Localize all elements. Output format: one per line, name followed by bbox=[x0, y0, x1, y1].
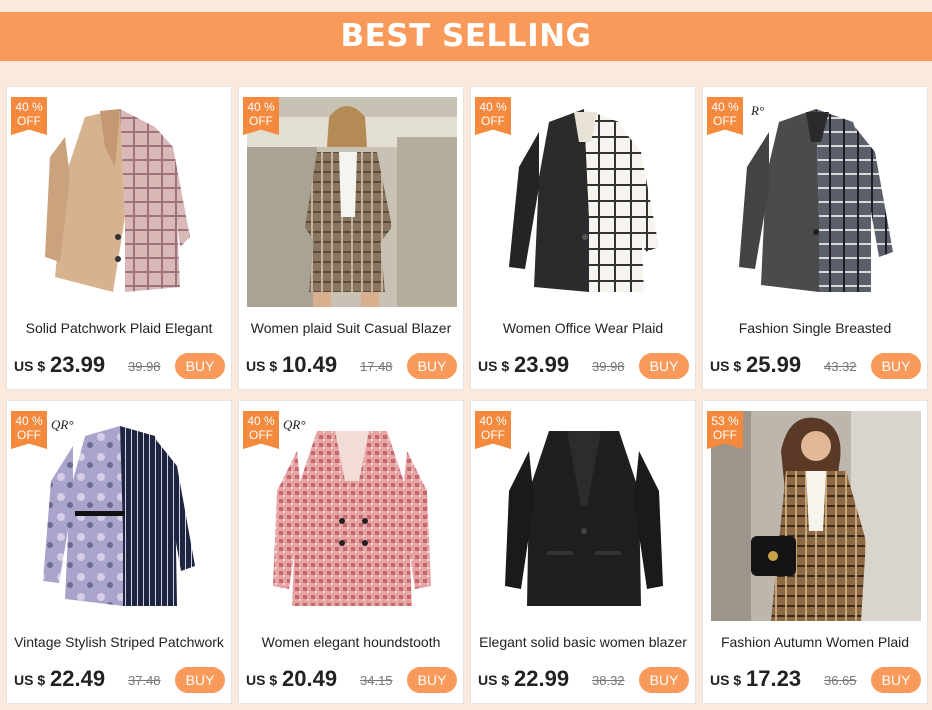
product-card[interactable]: 40 % OFF Solid Patchwork Plaid Elegant U… bbox=[6, 86, 232, 390]
discount-badge: 53 % OFF bbox=[707, 411, 743, 449]
product-title[interactable]: Fashion Autumn Women Plaid bbox=[707, 633, 923, 651]
buy-button[interactable]: BUY bbox=[407, 667, 457, 693]
product-card[interactable]: QR° 40 % OFF Women elegant houndstooth U… bbox=[238, 400, 464, 704]
product-card[interactable]: QR° 40 % OFF Vintage Stylish Striped Pat… bbox=[6, 400, 232, 704]
price-row: US $ 22.99 38.32 BUY bbox=[478, 665, 689, 695]
discount-badge: 40 % OFF bbox=[243, 97, 279, 135]
sale-price: 25.99 bbox=[746, 352, 802, 377]
brand-logo: R° bbox=[751, 103, 765, 118]
discount-badge: 40 % OFF bbox=[243, 411, 279, 449]
product-title[interactable]: Women elegant houndstooth bbox=[243, 633, 459, 651]
price-row: US $ 20.49 34.15 BUY bbox=[246, 665, 457, 695]
best-selling-banner: BEST SELLING bbox=[0, 12, 932, 61]
original-price: 39.98 bbox=[592, 359, 625, 374]
currency-label: US $ bbox=[246, 672, 278, 688]
discount-badge: 40 % OFF bbox=[11, 411, 47, 449]
product-card[interactable]: R° 40 % OFF Fashion Single Breasted US $… bbox=[702, 86, 928, 390]
buy-button[interactable]: BUY bbox=[175, 353, 225, 379]
product-title[interactable]: Elegant solid basic women blazer bbox=[475, 633, 691, 651]
sale-price: 20.49 bbox=[282, 666, 338, 691]
product-title[interactable]: Fashion Single Breasted bbox=[707, 319, 923, 337]
sale-price: 23.99 bbox=[50, 352, 106, 377]
buy-button[interactable]: BUY bbox=[175, 667, 225, 693]
original-price: 39.98 bbox=[128, 359, 161, 374]
price-row: US $ 17.23 36.65 BUY bbox=[710, 665, 921, 695]
currency-label: US $ bbox=[478, 358, 510, 374]
product-card[interactable]: 40 % OFF Women Office Wear Plaid US $ 23… bbox=[470, 86, 696, 390]
currency-label: US $ bbox=[710, 672, 742, 688]
currency-label: US $ bbox=[710, 358, 742, 374]
original-price: 37.48 bbox=[128, 673, 161, 688]
sale-price: 10.49 bbox=[282, 352, 338, 377]
discount-badge: 40 % OFF bbox=[475, 97, 511, 135]
product-grid: 40 % OFF Solid Patchwork Plaid Elegant U… bbox=[6, 86, 928, 706]
sale-price: 17.23 bbox=[746, 666, 802, 691]
product-card[interactable]: 40 % OFF Elegant solid basic women blaze… bbox=[470, 400, 696, 704]
product-title[interactable]: Vintage Stylish Striped Patchwork bbox=[11, 633, 227, 651]
price-row: US $ 10.49 17.48 BUY bbox=[246, 351, 457, 381]
price-row: US $ 22.49 37.48 BUY bbox=[14, 665, 225, 695]
original-price: 34.15 bbox=[360, 673, 393, 688]
original-price: 38.32 bbox=[592, 673, 625, 688]
buy-button[interactable]: BUY bbox=[871, 667, 921, 693]
currency-label: US $ bbox=[478, 672, 510, 688]
buy-button[interactable]: BUY bbox=[871, 353, 921, 379]
original-price: 17.48 bbox=[360, 359, 393, 374]
currency-label: US $ bbox=[246, 358, 278, 374]
product-title[interactable]: Women Office Wear Plaid bbox=[475, 319, 691, 337]
product-title[interactable]: Solid Patchwork Plaid Elegant bbox=[11, 319, 227, 337]
product-card[interactable]: 53 % OFF Fashion Autumn Women Plaid US $… bbox=[702, 400, 928, 704]
product-title[interactable]: Women plaid Suit Casual Blazer bbox=[243, 319, 459, 337]
brand-logo: QR° bbox=[51, 417, 74, 432]
sale-price: 22.99 bbox=[514, 666, 570, 691]
buy-button[interactable]: BUY bbox=[639, 353, 689, 379]
sale-price: 23.99 bbox=[514, 352, 570, 377]
currency-label: US $ bbox=[14, 672, 46, 688]
buy-button[interactable]: BUY bbox=[407, 353, 457, 379]
brand-logo: QR° bbox=[283, 417, 306, 432]
price-row: US $ 25.99 43.32 BUY bbox=[710, 351, 921, 381]
discount-badge: 40 % OFF bbox=[707, 97, 743, 135]
price-row: US $ 23.99 39.98 BUY bbox=[478, 351, 689, 381]
discount-badge: 40 % OFF bbox=[11, 97, 47, 135]
product-card[interactable]: 40 % OFF Women plaid Suit Casual Blazer … bbox=[238, 86, 464, 390]
sale-price: 22.49 bbox=[50, 666, 106, 691]
price-row: US $ 23.99 39.98 BUY bbox=[14, 351, 225, 381]
buy-button[interactable]: BUY bbox=[639, 667, 689, 693]
discount-badge: 40 % OFF bbox=[475, 411, 511, 449]
original-price: 36.65 bbox=[824, 673, 857, 688]
currency-label: US $ bbox=[14, 358, 46, 374]
original-price: 43.32 bbox=[824, 359, 857, 374]
